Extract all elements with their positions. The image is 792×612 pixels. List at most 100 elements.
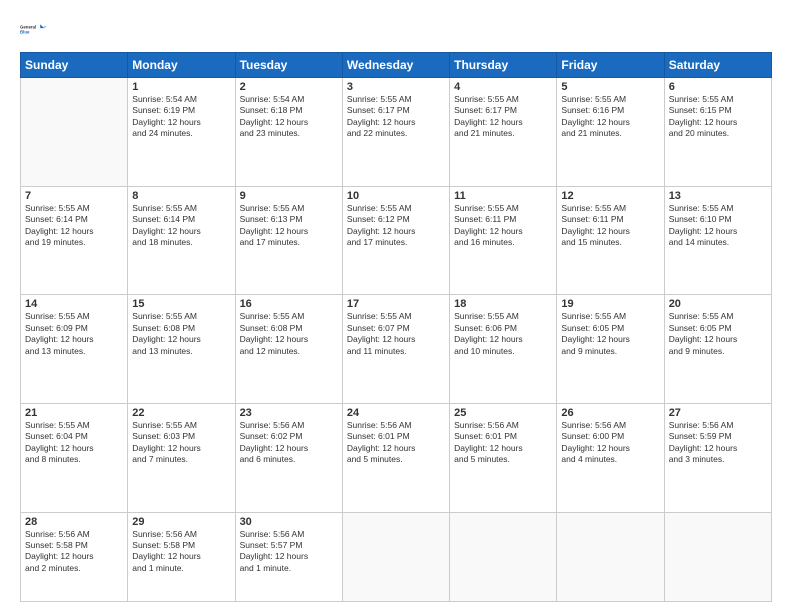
day-number: 11 [454, 190, 552, 202]
calendar-cell: 13Sunrise: 5:55 AMSunset: 6:10 PMDayligh… [664, 186, 771, 295]
calendar-cell: 18Sunrise: 5:55 AMSunset: 6:06 PMDayligh… [450, 295, 557, 404]
day-detail: Sunrise: 5:56 AMSunset: 6:00 PMDaylight:… [561, 420, 659, 466]
calendar-cell: 1Sunrise: 5:54 AMSunset: 6:19 PMDaylight… [128, 78, 235, 187]
day-detail: Sunrise: 5:55 AMSunset: 6:12 PMDaylight:… [347, 203, 445, 249]
day-number: 30 [240, 516, 338, 528]
day-detail: Sunrise: 5:56 AMSunset: 6:02 PMDaylight:… [240, 420, 338, 466]
day-number: 18 [454, 298, 552, 310]
day-detail: Sunrise: 5:55 AMSunset: 6:15 PMDaylight:… [669, 94, 767, 140]
day-number: 28 [25, 516, 123, 528]
day-number: 12 [561, 190, 659, 202]
day-number: 25 [454, 407, 552, 419]
calendar-cell: 10Sunrise: 5:55 AMSunset: 6:12 PMDayligh… [342, 186, 449, 295]
day-number: 21 [25, 407, 123, 419]
day-detail: Sunrise: 5:54 AMSunset: 6:19 PMDaylight:… [132, 94, 230, 140]
day-number: 4 [454, 81, 552, 93]
day-number: 8 [132, 190, 230, 202]
day-detail: Sunrise: 5:55 AMSunset: 6:08 PMDaylight:… [240, 311, 338, 357]
calendar-cell: 23Sunrise: 5:56 AMSunset: 6:02 PMDayligh… [235, 403, 342, 512]
day-detail: Sunrise: 5:55 AMSunset: 6:11 PMDaylight:… [561, 203, 659, 249]
calendar-cell: 28Sunrise: 5:56 AMSunset: 5:58 PMDayligh… [21, 512, 128, 602]
calendar-week-2: 7Sunrise: 5:55 AMSunset: 6:14 PMDaylight… [21, 186, 772, 295]
day-detail: Sunrise: 5:56 AMSunset: 6:01 PMDaylight:… [454, 420, 552, 466]
calendar-cell: 27Sunrise: 5:56 AMSunset: 5:59 PMDayligh… [664, 403, 771, 512]
day-number: 27 [669, 407, 767, 419]
day-detail: Sunrise: 5:55 AMSunset: 6:06 PMDaylight:… [454, 311, 552, 357]
calendar-cell: 12Sunrise: 5:55 AMSunset: 6:11 PMDayligh… [557, 186, 664, 295]
day-detail: Sunrise: 5:55 AMSunset: 6:17 PMDaylight:… [347, 94, 445, 140]
day-number: 10 [347, 190, 445, 202]
day-detail: Sunrise: 5:55 AMSunset: 6:04 PMDaylight:… [25, 420, 123, 466]
calendar-cell: 24Sunrise: 5:56 AMSunset: 6:01 PMDayligh… [342, 403, 449, 512]
day-detail: Sunrise: 5:56 AMSunset: 5:58 PMDaylight:… [25, 529, 123, 575]
day-number: 20 [669, 298, 767, 310]
day-detail: Sunrise: 5:56 AMSunset: 5:57 PMDaylight:… [240, 529, 338, 575]
calendar-header-saturday: Saturday [664, 53, 771, 78]
calendar-cell [21, 78, 128, 187]
calendar-cell: 21Sunrise: 5:55 AMSunset: 6:04 PMDayligh… [21, 403, 128, 512]
calendar-cell: 19Sunrise: 5:55 AMSunset: 6:05 PMDayligh… [557, 295, 664, 404]
calendar-cell: 17Sunrise: 5:55 AMSunset: 6:07 PMDayligh… [342, 295, 449, 404]
day-number: 13 [669, 190, 767, 202]
page-header: GeneralBlue [20, 16, 772, 44]
day-number: 1 [132, 81, 230, 93]
calendar-week-1: 1Sunrise: 5:54 AMSunset: 6:19 PMDaylight… [21, 78, 772, 187]
calendar-cell [664, 512, 771, 602]
day-detail: Sunrise: 5:56 AMSunset: 5:59 PMDaylight:… [669, 420, 767, 466]
calendar-cell: 3Sunrise: 5:55 AMSunset: 6:17 PMDaylight… [342, 78, 449, 187]
svg-text:General: General [20, 25, 36, 30]
day-detail: Sunrise: 5:55 AMSunset: 6:14 PMDaylight:… [25, 203, 123, 249]
svg-text:Blue: Blue [20, 30, 30, 35]
day-number: 5 [561, 81, 659, 93]
day-number: 7 [25, 190, 123, 202]
calendar-cell [450, 512, 557, 602]
calendar-cell: 25Sunrise: 5:56 AMSunset: 6:01 PMDayligh… [450, 403, 557, 512]
calendar-cell [557, 512, 664, 602]
day-detail: Sunrise: 5:55 AMSunset: 6:07 PMDaylight:… [347, 311, 445, 357]
day-detail: Sunrise: 5:55 AMSunset: 6:08 PMDaylight:… [132, 311, 230, 357]
day-detail: Sunrise: 5:55 AMSunset: 6:16 PMDaylight:… [561, 94, 659, 140]
day-number: 14 [25, 298, 123, 310]
calendar-cell: 14Sunrise: 5:55 AMSunset: 6:09 PMDayligh… [21, 295, 128, 404]
calendar-cell: 2Sunrise: 5:54 AMSunset: 6:18 PMDaylight… [235, 78, 342, 187]
calendar-header-sunday: Sunday [21, 53, 128, 78]
calendar-week-4: 21Sunrise: 5:55 AMSunset: 6:04 PMDayligh… [21, 403, 772, 512]
day-detail: Sunrise: 5:55 AMSunset: 6:05 PMDaylight:… [669, 311, 767, 357]
calendar-header-thursday: Thursday [450, 53, 557, 78]
day-number: 16 [240, 298, 338, 310]
day-number: 19 [561, 298, 659, 310]
calendar-cell: 15Sunrise: 5:55 AMSunset: 6:08 PMDayligh… [128, 295, 235, 404]
calendar-cell: 8Sunrise: 5:55 AMSunset: 6:14 PMDaylight… [128, 186, 235, 295]
calendar-header-monday: Monday [128, 53, 235, 78]
day-detail: Sunrise: 5:54 AMSunset: 6:18 PMDaylight:… [240, 94, 338, 140]
calendar-week-5: 28Sunrise: 5:56 AMSunset: 5:58 PMDayligh… [21, 512, 772, 602]
day-number: 22 [132, 407, 230, 419]
day-detail: Sunrise: 5:55 AMSunset: 6:11 PMDaylight:… [454, 203, 552, 249]
day-detail: Sunrise: 5:56 AMSunset: 5:58 PMDaylight:… [132, 529, 230, 575]
calendar-cell: 22Sunrise: 5:55 AMSunset: 6:03 PMDayligh… [128, 403, 235, 512]
day-detail: Sunrise: 5:55 AMSunset: 6:14 PMDaylight:… [132, 203, 230, 249]
logo-icon: GeneralBlue [20, 16, 48, 44]
calendar-week-3: 14Sunrise: 5:55 AMSunset: 6:09 PMDayligh… [21, 295, 772, 404]
day-detail: Sunrise: 5:55 AMSunset: 6:09 PMDaylight:… [25, 311, 123, 357]
calendar-cell: 9Sunrise: 5:55 AMSunset: 6:13 PMDaylight… [235, 186, 342, 295]
calendar-header-row: SundayMondayTuesdayWednesdayThursdayFrid… [21, 53, 772, 78]
day-number: 26 [561, 407, 659, 419]
day-detail: Sunrise: 5:55 AMSunset: 6:13 PMDaylight:… [240, 203, 338, 249]
calendar-cell: 7Sunrise: 5:55 AMSunset: 6:14 PMDaylight… [21, 186, 128, 295]
day-number: 23 [240, 407, 338, 419]
calendar-cell: 11Sunrise: 5:55 AMSunset: 6:11 PMDayligh… [450, 186, 557, 295]
calendar-cell: 26Sunrise: 5:56 AMSunset: 6:00 PMDayligh… [557, 403, 664, 512]
day-number: 15 [132, 298, 230, 310]
day-number: 29 [132, 516, 230, 528]
day-detail: Sunrise: 5:55 AMSunset: 6:10 PMDaylight:… [669, 203, 767, 249]
calendar-cell [342, 512, 449, 602]
calendar-cell: 29Sunrise: 5:56 AMSunset: 5:58 PMDayligh… [128, 512, 235, 602]
calendar-cell: 5Sunrise: 5:55 AMSunset: 6:16 PMDaylight… [557, 78, 664, 187]
day-detail: Sunrise: 5:55 AMSunset: 6:05 PMDaylight:… [561, 311, 659, 357]
calendar-cell: 6Sunrise: 5:55 AMSunset: 6:15 PMDaylight… [664, 78, 771, 187]
day-number: 6 [669, 81, 767, 93]
day-number: 17 [347, 298, 445, 310]
calendar-cell: 4Sunrise: 5:55 AMSunset: 6:17 PMDaylight… [450, 78, 557, 187]
day-detail: Sunrise: 5:56 AMSunset: 6:01 PMDaylight:… [347, 420, 445, 466]
